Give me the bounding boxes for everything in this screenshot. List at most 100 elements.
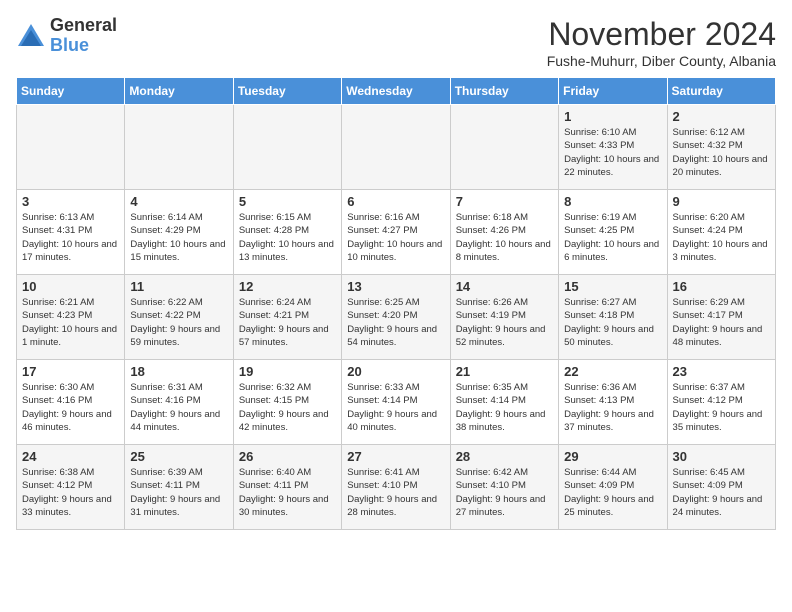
week-row-4: 24 Sunrise: 6:38 AM Sunset: 4:12 PM Dayli… (17, 445, 776, 530)
day-cell: 17 Sunrise: 6:30 AM Sunset: 4:16 PM Dayli… (17, 360, 125, 445)
day-cell: 28 Sunrise: 6:42 AM Sunset: 4:10 PM Dayli… (450, 445, 558, 530)
day-number: 2 (673, 109, 770, 124)
header: General Blue November 2024 Fushe-Muhurr,… (16, 16, 776, 69)
day-number: 13 (347, 279, 444, 294)
day-number: 15 (564, 279, 661, 294)
day-cell (233, 105, 341, 190)
header-sunday: Sunday (17, 78, 125, 105)
day-info: Sunrise: 6:42 AM Sunset: 4:10 PM Dayligh… (456, 466, 553, 519)
day-number: 26 (239, 449, 336, 464)
day-cell: 23 Sunrise: 6:37 AM Sunset: 4:12 PM Dayli… (667, 360, 775, 445)
day-number: 7 (456, 194, 553, 209)
day-cell: 19 Sunrise: 6:32 AM Sunset: 4:15 PM Dayli… (233, 360, 341, 445)
day-cell: 5Sunrise: 6:15 AM Sunset: 4:28 PM Daylig… (233, 190, 341, 275)
day-number: 23 (673, 364, 770, 379)
calendar-table: SundayMondayTuesdayWednesdayThursdayFrid… (16, 77, 776, 530)
day-cell: 4 Sunrise: 6:14 AM Sunset: 4:29 PM Daylig… (125, 190, 233, 275)
day-info: Sunrise: 6:16 AM Sunset: 4:27 PM Dayligh… (347, 211, 444, 264)
day-info: Sunrise: 6:25 AM Sunset: 4:20 PM Dayligh… (347, 296, 444, 349)
day-cell: 20Sunrise: 6:33 AM Sunset: 4:14 PM Dayli… (342, 360, 450, 445)
day-number: 10 (22, 279, 119, 294)
day-cell: 7 Sunrise: 6:18 AM Sunset: 4:26 PM Daylig… (450, 190, 558, 275)
day-number: 1 (564, 109, 661, 124)
header-wednesday: Wednesday (342, 78, 450, 105)
day-cell: 10Sunrise: 6:21 AM Sunset: 4:23 PM Dayli… (17, 275, 125, 360)
logo-general: General (50, 15, 117, 35)
day-info: Sunrise: 6:37 AM Sunset: 4:12 PM Dayligh… (673, 381, 770, 434)
day-number: 17 (22, 364, 119, 379)
day-cell: 8 Sunrise: 6:19 AM Sunset: 4:25 PM Daylig… (559, 190, 667, 275)
day-info: Sunrise: 6:32 AM Sunset: 4:15 PM Dayligh… (239, 381, 336, 434)
header-tuesday: Tuesday (233, 78, 341, 105)
header-thursday: Thursday (450, 78, 558, 105)
day-number: 27 (347, 449, 444, 464)
calendar-header: SundayMondayTuesdayWednesdayThursdayFrid… (17, 78, 776, 105)
day-info: Sunrise: 6:44 AM Sunset: 4:09 PM Dayligh… (564, 466, 661, 519)
day-info: Sunrise: 6:31 AM Sunset: 4:16 PM Dayligh… (130, 381, 227, 434)
day-number: 8 (564, 194, 661, 209)
title-area: November 2024 Fushe-Muhurr, Diber County… (547, 16, 776, 69)
day-cell: 14Sunrise: 6:26 AM Sunset: 4:19 PM Dayli… (450, 275, 558, 360)
day-cell (125, 105, 233, 190)
day-info: Sunrise: 6:40 AM Sunset: 4:11 PM Dayligh… (239, 466, 336, 519)
header-saturday: Saturday (667, 78, 775, 105)
day-info: Sunrise: 6:13 AM Sunset: 4:31 PM Dayligh… (22, 211, 119, 264)
week-row-1: 3 Sunrise: 6:13 AM Sunset: 4:31 PM Daylig… (17, 190, 776, 275)
day-cell: 11 Sunrise: 6:22 AM Sunset: 4:22 PM Dayli… (125, 275, 233, 360)
day-cell: 25Sunrise: 6:39 AM Sunset: 4:11 PM Dayli… (125, 445, 233, 530)
day-cell: 26 Sunrise: 6:40 AM Sunset: 4:11 PM Dayli… (233, 445, 341, 530)
day-number: 12 (239, 279, 336, 294)
day-number: 11 (130, 279, 227, 294)
day-number: 18 (130, 364, 227, 379)
day-info: Sunrise: 6:22 AM Sunset: 4:22 PM Dayligh… (130, 296, 227, 349)
day-info: Sunrise: 6:12 AM Sunset: 4:32 PM Dayligh… (673, 126, 770, 179)
day-info: Sunrise: 6:45 AM Sunset: 4:09 PM Dayligh… (673, 466, 770, 519)
header-row: SundayMondayTuesdayWednesdayThursdayFrid… (17, 78, 776, 105)
day-info: Sunrise: 6:35 AM Sunset: 4:14 PM Dayligh… (456, 381, 553, 434)
day-cell: 30 Sunrise: 6:45 AM Sunset: 4:09 PM Dayli… (667, 445, 775, 530)
day-info: Sunrise: 6:38 AM Sunset: 4:12 PM Dayligh… (22, 466, 119, 519)
day-info: Sunrise: 6:24 AM Sunset: 4:21 PM Dayligh… (239, 296, 336, 349)
day-cell: 16Sunrise: 6:29 AM Sunset: 4:17 PM Dayli… (667, 275, 775, 360)
day-number: 19 (239, 364, 336, 379)
day-info: Sunrise: 6:14 AM Sunset: 4:29 PM Dayligh… (130, 211, 227, 264)
day-number: 14 (456, 279, 553, 294)
day-cell: 22 Sunrise: 6:36 AM Sunset: 4:13 PM Dayli… (559, 360, 667, 445)
logo-text: General Blue (50, 16, 117, 56)
logo-icon (16, 22, 46, 50)
day-number: 3 (22, 194, 119, 209)
calendar-body: 1 Sunrise: 6:10 AM Sunset: 4:33 PM Daylig… (17, 105, 776, 530)
header-friday: Friday (559, 78, 667, 105)
day-info: Sunrise: 6:10 AM Sunset: 4:33 PM Dayligh… (564, 126, 661, 179)
day-number: 30 (673, 449, 770, 464)
day-number: 9 (673, 194, 770, 209)
day-number: 24 (22, 449, 119, 464)
day-cell (450, 105, 558, 190)
day-info: Sunrise: 6:41 AM Sunset: 4:10 PM Dayligh… (347, 466, 444, 519)
week-row-3: 17 Sunrise: 6:30 AM Sunset: 4:16 PM Dayli… (17, 360, 776, 445)
location: Fushe-Muhurr, Diber County, Albania (547, 53, 776, 69)
day-number: 4 (130, 194, 227, 209)
week-row-2: 10Sunrise: 6:21 AM Sunset: 4:23 PM Dayli… (17, 275, 776, 360)
day-info: Sunrise: 6:36 AM Sunset: 4:13 PM Dayligh… (564, 381, 661, 434)
day-cell: 9Sunrise: 6:20 AM Sunset: 4:24 PM Daylig… (667, 190, 775, 275)
day-info: Sunrise: 6:29 AM Sunset: 4:17 PM Dayligh… (673, 296, 770, 349)
day-number: 29 (564, 449, 661, 464)
day-cell: 2 Sunrise: 6:12 AM Sunset: 4:32 PM Daylig… (667, 105, 775, 190)
header-monday: Monday (125, 78, 233, 105)
day-info: Sunrise: 6:27 AM Sunset: 4:18 PM Dayligh… (564, 296, 661, 349)
day-number: 28 (456, 449, 553, 464)
day-cell: 21 Sunrise: 6:35 AM Sunset: 4:14 PM Dayli… (450, 360, 558, 445)
day-cell: 29 Sunrise: 6:44 AM Sunset: 4:09 PM Dayli… (559, 445, 667, 530)
day-number: 6 (347, 194, 444, 209)
day-info: Sunrise: 6:39 AM Sunset: 4:11 PM Dayligh… (130, 466, 227, 519)
day-number: 21 (456, 364, 553, 379)
day-info: Sunrise: 6:19 AM Sunset: 4:25 PM Dayligh… (564, 211, 661, 264)
logo-blue: Blue (50, 35, 89, 55)
day-info: Sunrise: 6:30 AM Sunset: 4:16 PM Dayligh… (22, 381, 119, 434)
day-info: Sunrise: 6:18 AM Sunset: 4:26 PM Dayligh… (456, 211, 553, 264)
day-cell: 13 Sunrise: 6:25 AM Sunset: 4:20 PM Dayli… (342, 275, 450, 360)
day-number: 22 (564, 364, 661, 379)
day-info: Sunrise: 6:15 AM Sunset: 4:28 PM Dayligh… (239, 211, 336, 264)
day-number: 20 (347, 364, 444, 379)
